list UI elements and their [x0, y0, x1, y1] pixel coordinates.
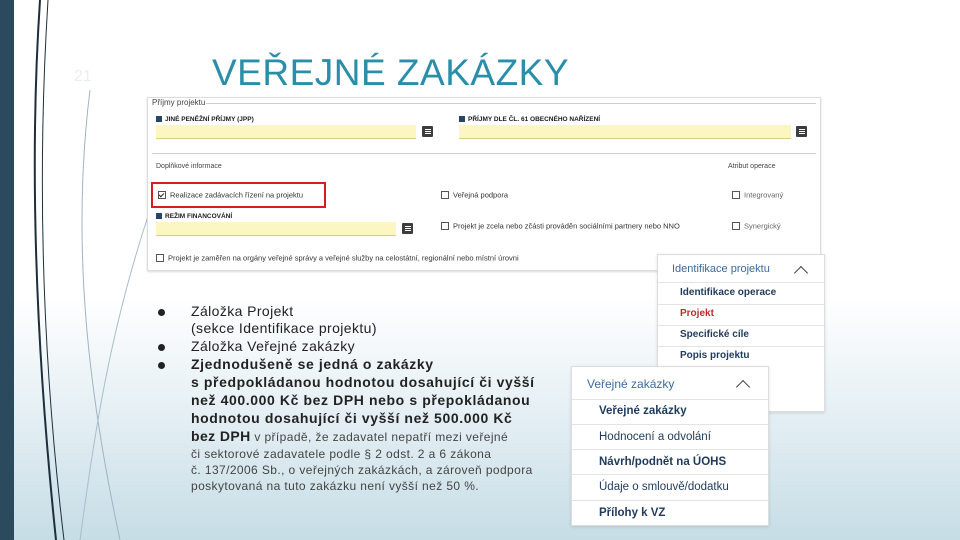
- bullet-3-line-3: než 400.000 Kč bez DPH nebo s přepokláda…: [191, 392, 531, 408]
- checkbox-icon[interactable]: [156, 253, 164, 262]
- doplnkove-label: Doplňkové informace: [156, 163, 222, 170]
- divider: [572, 474, 768, 475]
- nav-item-projekt[interactable]: Projekt: [680, 308, 714, 319]
- bullet-3-line-8: poskytovaná na tuto zakázku není vyšší n…: [191, 479, 480, 493]
- nav-item-udaje-o-smlouve[interactable]: Údaje o smlouvě/dodatku: [599, 481, 729, 493]
- bullet-3-line-2: s předpokládanou hodnotou dosahující či …: [191, 374, 535, 390]
- jpp-label: JINÉ PENĚŽNÍ PŘÍJMY (JPP): [156, 114, 254, 123]
- checkbox-icon[interactable]: [441, 221, 449, 230]
- realizace-checkbox[interactable]: Realizace zadávacích řízení na projektu: [158, 190, 303, 199]
- jpp-field[interactable]: [156, 125, 416, 139]
- verejne-zakazky-panel: Veřejné zakázky Veřejné zakázky Hodnocen…: [571, 366, 769, 526]
- nav-item-specificke-cile[interactable]: Specifické cíle: [680, 329, 749, 340]
- divider: [658, 325, 824, 326]
- divider: [658, 282, 824, 283]
- bullet-1-line-2: (sekce Identifikace projektu): [191, 320, 377, 336]
- list-icon[interactable]: [796, 126, 807, 137]
- divider: [572, 500, 768, 501]
- identifikace-header[interactable]: Identifikace projektu: [672, 263, 770, 275]
- bullet-1-line-1: Záložka Projekt: [191, 303, 294, 319]
- bullet-3-line-6: či sektorové zadavatele podle § 2 odst. …: [191, 447, 492, 461]
- checkbox-checked-icon[interactable]: [158, 190, 166, 199]
- list-icon[interactable]: [402, 223, 413, 234]
- rezim-label: REŽIM FINANCOVÁNÍ: [156, 211, 232, 220]
- bullet-3-line-5-bold: bez DPH: [191, 428, 251, 444]
- bullet-2: Záložka Veřejné zakázky: [191, 338, 356, 354]
- checkbox-icon[interactable]: [732, 190, 740, 199]
- section-legend: Příjmy projektu: [152, 98, 206, 107]
- checkbox-icon[interactable]: [732, 221, 740, 230]
- divider: [658, 304, 824, 305]
- nav-item-popis-projektu[interactable]: Popis projektu: [680, 350, 749, 361]
- atribut-label: Atribut operace: [728, 163, 776, 170]
- nav-item-identifikace-operace[interactable]: Identifikace operace: [680, 287, 776, 298]
- bullet-dot: [158, 309, 165, 316]
- bullet-dot: [158, 362, 165, 369]
- bullet-3-line-7: č. 137/2006 Sb., o veřejných zakázkách, …: [191, 463, 533, 477]
- synergicky-checkbox[interactable]: Synergický: [732, 221, 781, 230]
- nav-item-hodnoceni[interactable]: Hodnocení a odvolání: [599, 431, 711, 443]
- divider: [572, 449, 768, 450]
- integrovany-checkbox[interactable]: Integrovaný: [732, 190, 783, 199]
- required-icon: [459, 115, 465, 122]
- bullet-dot: [158, 344, 165, 351]
- page-title: VEŘEJNÉ ZAKÁZKY: [212, 52, 570, 93]
- bullet-3-line-4: hodnotou dosahující či vyšší než 500.000…: [191, 410, 513, 426]
- divider: [658, 346, 824, 347]
- chevron-up-icon[interactable]: [735, 379, 751, 395]
- list-icon[interactable]: [422, 126, 433, 137]
- legend-line: [206, 103, 816, 104]
- slide-number: 21: [74, 68, 92, 85]
- bullet-3-line-1: Zjednodušeně se jedná o zakázky: [191, 356, 434, 372]
- zakazky-header[interactable]: Veřejné zakázky: [587, 377, 674, 391]
- rezim-field[interactable]: [156, 222, 396, 236]
- nav-item-verejne-zakazky[interactable]: Veřejné zakázky: [599, 405, 687, 417]
- prijmy-field[interactable]: [459, 125, 791, 139]
- nav-item-prilohy[interactable]: Přílohy k VZ: [599, 507, 665, 519]
- organy-checkbox[interactable]: Projekt je zaměřen na orgány veřejné spr…: [156, 253, 519, 262]
- nav-item-navrh-podnet[interactable]: Návrh/podnět na ÚOHS: [599, 456, 726, 468]
- projekt-zcela-checkbox[interactable]: Projekt je zcela nebo zčásti prováděn so…: [441, 221, 680, 230]
- prijmy-label: PŘÍJMY DLE ČL. 61 OBECNÉHO NAŘÍZENÍ: [459, 114, 600, 123]
- bullet-3-line-5-rest: v případě, že zadavatel nepatří mezi veř…: [250, 430, 509, 444]
- verejna-podpora-checkbox[interactable]: Veřejná podpora: [441, 190, 508, 199]
- required-icon: [156, 115, 162, 122]
- divider: [572, 399, 768, 400]
- required-icon: [156, 212, 162, 219]
- form-screenshot: Příjmy projektu JINÉ PENĚŽNÍ PŘÍJMY (JPP…: [147, 97, 821, 271]
- chevron-up-icon[interactable]: [793, 265, 809, 281]
- checkbox-icon[interactable]: [441, 190, 449, 199]
- divider: [152, 153, 816, 154]
- bullet-3-line-5: bez DPH v případě, že zadavatel nepatří …: [191, 428, 508, 446]
- divider: [572, 424, 768, 425]
